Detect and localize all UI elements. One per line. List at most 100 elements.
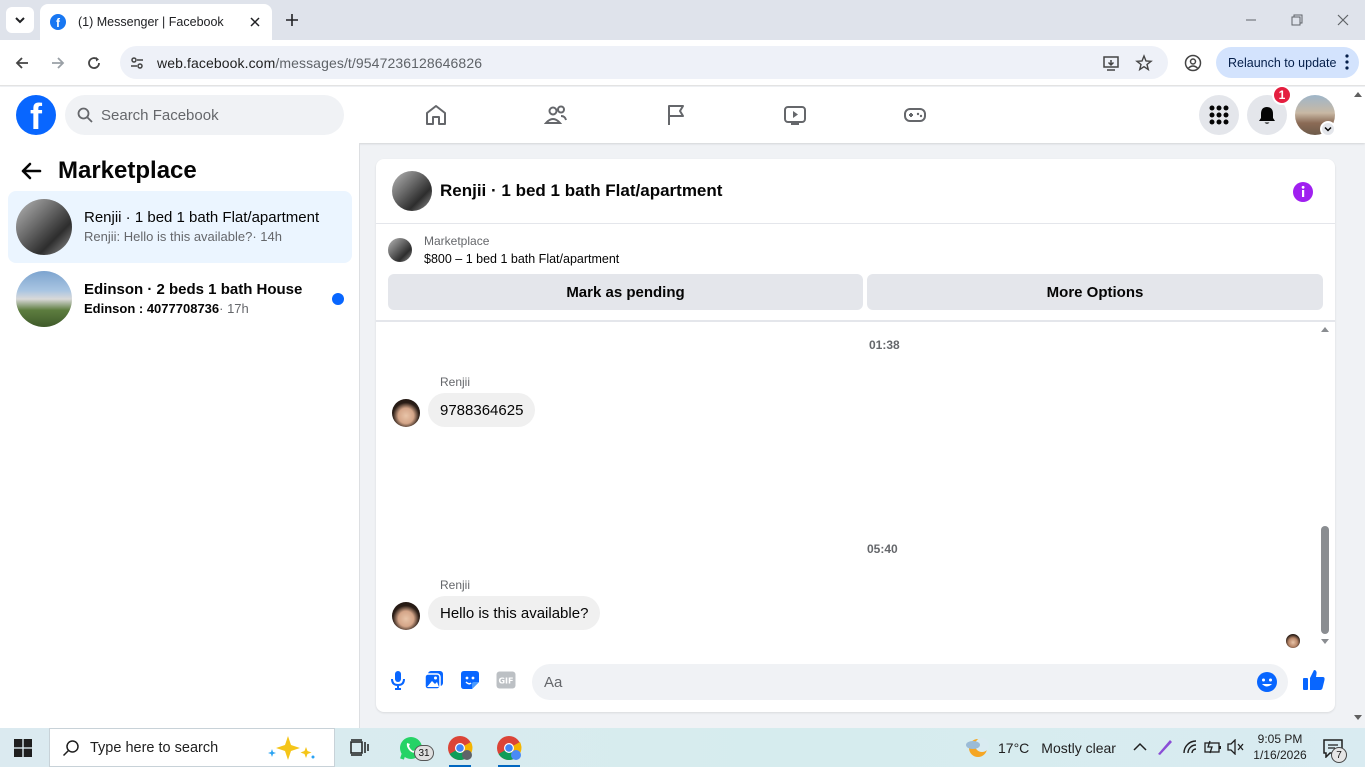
svg-text:GIF: GIF <box>498 677 513 686</box>
chrome-icon <box>497 736 522 761</box>
network-button[interactable] <box>1181 738 1199 756</box>
windows-start-icon[interactable] <box>14 739 32 757</box>
kebab-menu-icon <box>1345 54 1349 70</box>
tab-search-button[interactable] <box>6 7 34 33</box>
friends-icon <box>544 105 567 124</box>
forward-button[interactable] <box>46 51 70 75</box>
conversation-item[interactable]: Renjii · 1 bed 1 bath Flat/apartment Ren… <box>8 191 352 263</box>
browser-tab[interactable]: f (1) Messenger | Facebook <box>40 4 272 40</box>
moon-cloud-icon <box>966 737 989 757</box>
back-button[interactable] <box>10 51 34 75</box>
gaming-nav-button[interactable] <box>901 101 929 129</box>
chrome-profile-taskbar-app[interactable] <box>494 733 524 767</box>
volume-button[interactable] <box>1227 738 1245 756</box>
taskbar-search-placeholder: Type here to search <box>90 739 219 756</box>
show-hidden-icons-button[interactable] <box>1131 738 1149 756</box>
marketplace-conversations-panel: Marketplace Renjii · 1 bed 1 bath Flat/a… <box>0 143 360 728</box>
page-scroll-down-arrow-icon[interactable] <box>1353 714 1363 722</box>
pages-nav-button[interactable] <box>662 101 690 129</box>
info-icon[interactable] <box>1292 181 1314 203</box>
message-sender: Renjii <box>440 578 471 592</box>
task-view-icon <box>350 739 369 756</box>
close-window-button[interactable] <box>1333 10 1353 30</box>
marketplace-listing-bar: Marketplace $800 – 1 bed 1 bath Flat/apa… <box>376 224 1335 322</box>
listing-title[interactable]: $800 – 1 bed 1 bath Flat/apartment <box>424 252 619 266</box>
tab-close-button[interactable] <box>246 13 264 31</box>
clock-date: 1/16/2026 <box>1253 748 1307 762</box>
account-menu-button[interactable] <box>1320 121 1336 137</box>
system-clock[interactable]: 9:05 PM 1/16/2026 <box>1253 731 1307 763</box>
reload-button[interactable] <box>82 51 106 75</box>
notification-count-badge: 1 <box>1272 85 1292 105</box>
video-nav-button[interactable] <box>781 101 809 129</box>
sticker-button[interactable] <box>459 669 481 691</box>
listing-thumbnail <box>16 199 72 255</box>
mark-as-pending-button[interactable]: Mark as pending <box>388 274 863 310</box>
close-icon <box>250 17 260 27</box>
battery-button[interactable] <box>1204 738 1222 756</box>
message-sender: Renjii <box>440 375 471 389</box>
facebook-logo-icon[interactable]: f <box>16 95 56 135</box>
reload-icon <box>88 57 100 69</box>
chrome-taskbar-app[interactable] <box>445 733 475 767</box>
browser-profile-button[interactable] <box>1181 51 1205 75</box>
chat-title[interactable]: Renjii · 1 bed 1 bath Flat/apartment <box>440 181 722 201</box>
chrome-icon <box>448 736 473 761</box>
listing-thumbnail <box>16 271 72 327</box>
arrow-left-icon <box>15 57 28 69</box>
video-icon <box>784 106 806 125</box>
home-icon <box>426 105 446 125</box>
gif-button[interactable]: GIF <box>495 669 517 691</box>
pen-tray-button[interactable] <box>1156 738 1174 756</box>
send-like-button[interactable] <box>1301 667 1327 693</box>
speaker-muted-icon <box>1227 739 1244 755</box>
conversation-name: Edinson · 2 beds 1 bath House <box>84 281 303 298</box>
back-arrow-icon[interactable] <box>20 162 42 180</box>
photo-icon <box>424 671 443 690</box>
game-controller-icon <box>904 108 926 122</box>
facebook-search-input[interactable]: Search Facebook <box>65 95 344 135</box>
attach-media-button[interactable] <box>423 669 445 691</box>
marketplace-label: Marketplace <box>424 234 490 248</box>
listing-thumbnail[interactable] <box>392 171 432 211</box>
conversation-item[interactable]: Edinson · 2 beds 1 bath House Edinson : … <box>8 263 352 335</box>
emoji-icon[interactable] <box>1256 671 1278 693</box>
seen-receipt-avatar <box>1286 634 1300 648</box>
site-info-icon[interactable] <box>126 52 148 74</box>
more-options-button[interactable]: More Options <box>867 274 1323 310</box>
task-view-button[interactable] <box>345 733 375 763</box>
thumbs-up-icon <box>1303 670 1325 690</box>
url-text: web.facebook.com/messages/t/954723612864… <box>157 55 482 71</box>
sender-avatar[interactable] <box>392 399 420 427</box>
weather-widget[interactable]: 17°C Mostly clear <box>964 728 1116 767</box>
weather-temperature: 17°C <box>998 739 1030 756</box>
home-nav-button[interactable] <box>422 101 450 129</box>
message-bubble[interactable]: 9788364625 <box>428 393 536 427</box>
address-bar[interactable]: web.facebook.com/messages/t/954723612864… <box>120 46 1168 79</box>
scroll-up-arrow-icon[interactable] <box>1320 325 1330 333</box>
close-icon <box>1337 14 1349 26</box>
preview-time: · 14h <box>252 229 282 244</box>
minimize-button[interactable] <box>1241 10 1261 30</box>
taskbar-search-input[interactable]: Type here to search <box>49 728 335 767</box>
install-app-icon[interactable] <box>1100 52 1122 74</box>
menu-button[interactable] <box>1199 95 1239 135</box>
friends-nav-button[interactable] <box>542 101 570 129</box>
copilot-sparkle-icon[interactable] <box>264 735 324 761</box>
battery-icon <box>1204 740 1221 754</box>
sender-avatar[interactable] <box>392 602 420 630</box>
new-tab-button[interactable] <box>282 10 302 30</box>
message-bubble[interactable]: Hello is this available? <box>428 596 601 630</box>
relaunch-to-update-button[interactable]: Relaunch to update <box>1216 47 1359 78</box>
bookmark-star-icon[interactable] <box>1133 52 1155 74</box>
url-path: /messages/t/9547236128646826 <box>275 54 483 71</box>
restore-button[interactable] <box>1287 10 1307 30</box>
listing-thumbnail <box>388 238 412 262</box>
message-input[interactable]: Aa <box>532 664 1288 700</box>
profile-icon <box>1184 54 1202 72</box>
page-scroll-up-arrow-icon[interactable] <box>1353 90 1363 98</box>
voice-clip-button[interactable] <box>387 669 409 691</box>
messages-scrollbar[interactable] <box>1321 526 1329 634</box>
scroll-down-arrow-icon[interactable] <box>1320 638 1330 646</box>
browser-toolbar: web.facebook.com/messages/t/954723612864… <box>0 40 1365 86</box>
